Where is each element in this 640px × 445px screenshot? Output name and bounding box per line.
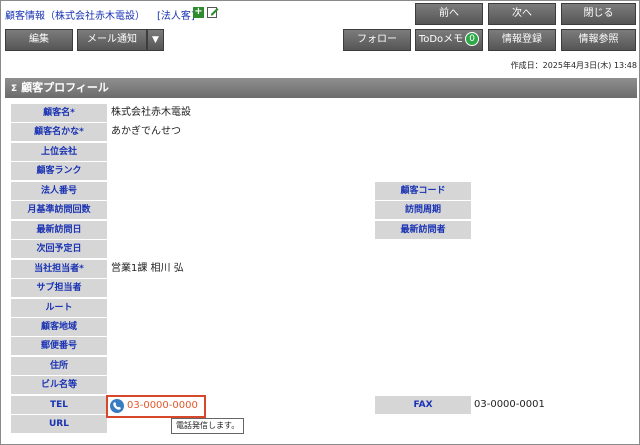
field-label: サブ担当者 xyxy=(11,279,107,297)
field-label: TEL xyxy=(11,396,107,414)
customer-title: 顧客情報（株式会社赤木電設） xyxy=(5,11,145,22)
chevron-down-icon[interactable]: ▼ xyxy=(147,29,164,51)
field-label: 郵便番号 xyxy=(11,337,107,355)
field-label: ルート xyxy=(11,299,107,317)
phone-icon[interactable] xyxy=(110,399,124,413)
field-value: 株式会社赤木電設 xyxy=(111,107,191,118)
field-label: 最新訪問者 xyxy=(375,221,471,239)
page-title: 顧客情報（株式会社赤木電設） [法人客] xyxy=(5,7,195,22)
tel-link[interactable]: 03-0000-0000 xyxy=(127,397,198,415)
field-value: 営業1課 相川 弘 xyxy=(111,263,184,274)
field-label: 次回予定日 xyxy=(11,240,107,258)
register-button[interactable]: 情報登録 xyxy=(488,29,556,51)
field-label: 当社担当者* xyxy=(11,260,107,278)
prev-button[interactable]: 前へ xyxy=(415,3,483,25)
reference-button[interactable]: 情報参照 xyxy=(561,29,636,51)
field-label: URL xyxy=(11,415,107,433)
edit-button[interactable]: 編集 xyxy=(5,29,73,51)
field-label: 最新訪問日 xyxy=(11,221,107,239)
field-label: 顧客ランク xyxy=(11,162,107,180)
todo-label: ToDoメモ xyxy=(418,34,464,45)
field-label: 住所 xyxy=(11,357,107,375)
edit-icon[interactable] xyxy=(207,6,219,18)
close-button[interactable]: 閉じる xyxy=(561,3,636,25)
section-header[interactable]: Σ 顧客プロフィール xyxy=(5,78,637,98)
field-label: 上位会社 xyxy=(11,143,107,161)
field-label: 月基準訪問回数 xyxy=(11,201,107,219)
todo-count-badge: 0 xyxy=(465,32,480,46)
follow-button[interactable]: フォロー xyxy=(343,29,411,51)
created-date: 作成日：2025年4月3日(木) 13:48 xyxy=(510,61,637,70)
section-title: 顧客プロフィール xyxy=(21,81,109,94)
field-label: 顧客名* xyxy=(11,104,107,122)
plus-icon[interactable]: + xyxy=(193,7,204,18)
next-button[interactable]: 次へ xyxy=(488,3,556,25)
customer-type-badge[interactable]: [法人客] xyxy=(157,11,195,22)
call-tooltip: 電話発信します。 xyxy=(171,418,245,434)
field-label: 顧客地域 xyxy=(11,318,107,336)
sigma-icon: Σ xyxy=(11,84,18,94)
field-label: 顧客コード xyxy=(375,182,471,200)
field-label: 顧客名かな* xyxy=(11,123,107,141)
field-value: あかぎでんせつ xyxy=(111,126,181,137)
mail-notify-button[interactable]: メール通知 xyxy=(77,29,147,51)
field-label: FAX xyxy=(375,396,471,414)
todo-button[interactable]: ToDoメモ 0 xyxy=(415,29,483,51)
field-label: 訪問周期 xyxy=(375,201,471,219)
field-value: 03-0000-0001 xyxy=(474,399,545,410)
field-label: 法人番号 xyxy=(11,182,107,200)
field-label: ビル名等 xyxy=(11,376,107,394)
